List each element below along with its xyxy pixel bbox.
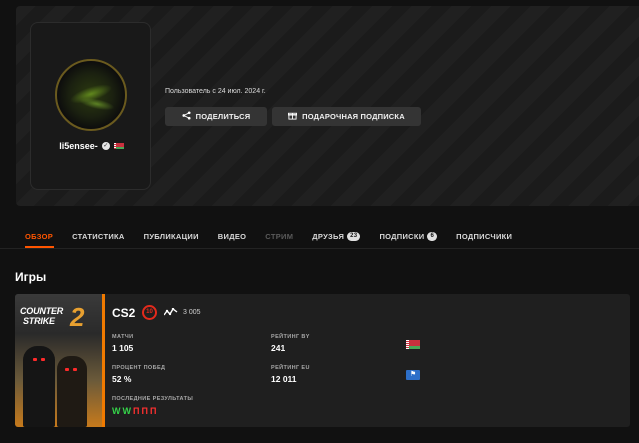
skill-level-icon: 10	[142, 305, 157, 320]
friends-count-badge: 23	[347, 231, 361, 241]
share-label: ПОДЕЛИТЬСЯ	[195, 112, 251, 121]
result-item: П	[149, 406, 157, 416]
result-item: П	[133, 406, 140, 416]
tab-publications[interactable]: ПУБЛИКАЦИИ	[144, 229, 199, 243]
tab-stream: СТРИМ	[265, 231, 294, 241]
elo-graph-icon	[163, 307, 178, 318]
cover-title-line2: STRIKE	[23, 316, 55, 326]
avatar[interactable]	[55, 59, 127, 131]
tab-subscriptions[interactable]: ПОДПИСКИ 6	[379, 229, 438, 243]
game-card-cs2[interactable]: COUNTER STRIKE 2 CS2 10 3 005 МАТЧИ 1 10…	[15, 294, 630, 427]
profile-tabs: ОБЗОР СТАТИСТИКА ПУБЛИКАЦИИ ВИДЕО СТРИМ …	[25, 229, 531, 247]
result-item: W	[122, 406, 132, 416]
gift-subscription-button[interactable]: ПОДАРОЧНАЯ ПОДПИСКА	[272, 107, 421, 126]
share-button[interactable]: ПОДЕЛИТЬСЯ	[165, 107, 267, 126]
tabs-divider	[0, 248, 639, 249]
verified-icon: ✓	[101, 142, 110, 150]
belarus-flag-icon	[406, 340, 420, 349]
tab-statistics[interactable]: СТАТИСТИКА	[72, 229, 125, 243]
share-icon	[182, 111, 191, 122]
rating-by-label: РЕЙТИНГ BY	[271, 334, 310, 340]
rating-by-value: 241	[271, 343, 286, 353]
member-since: Пользователь с 24 июл. 2024 г.	[165, 88, 266, 95]
cover-number: 2	[70, 302, 85, 332]
elo-value: 3 005	[183, 309, 201, 316]
cover-title-line1: COUNTER	[20, 306, 64, 316]
winrate-label: ПРОЦЕНТ ПОБЕД	[112, 365, 166, 371]
recent-results-label: ПОСЛЕДНИЕ РЕЗУЛЬТАТЫ	[112, 396, 194, 402]
username: li5ensee-	[59, 141, 98, 151]
eu-region-icon: ⚑	[406, 370, 420, 380]
matches-value: 1 105	[112, 343, 134, 353]
tab-video[interactable]: ВИДЕО	[218, 229, 247, 243]
profile-card: li5ensee- ✓	[30, 22, 151, 190]
games-section-title: Игры	[15, 270, 47, 284]
game-cover-image: COUNTER STRIKE 2	[15, 294, 102, 427]
belarus-flag-icon	[113, 143, 124, 149]
tab-friends[interactable]: ДРУЗЬЯ 23	[312, 229, 361, 243]
username-row: li5ensee- ✓	[31, 141, 152, 151]
rating-eu-label: РЕЙТИНГ EU	[271, 365, 310, 371]
matches-label: МАТЧИ	[112, 334, 134, 340]
game-accent-stripe	[102, 294, 105, 427]
rating-eu-value: 12 011	[271, 374, 297, 384]
subscriptions-count-badge: 6	[427, 231, 438, 241]
result-item: П	[141, 406, 148, 416]
game-name: CS2	[112, 306, 136, 320]
gift-label: ПОДАРОЧНАЯ ПОДПИСКА	[302, 112, 405, 121]
gift-icon	[288, 111, 298, 122]
tab-overview[interactable]: ОБЗОР	[25, 229, 53, 243]
recent-results: W W П П П	[112, 406, 156, 416]
winrate-value: 52 %	[112, 374, 132, 384]
tab-subscribers[interactable]: ПОДПИСЧИКИ	[456, 229, 512, 243]
result-item: W	[112, 406, 121, 416]
